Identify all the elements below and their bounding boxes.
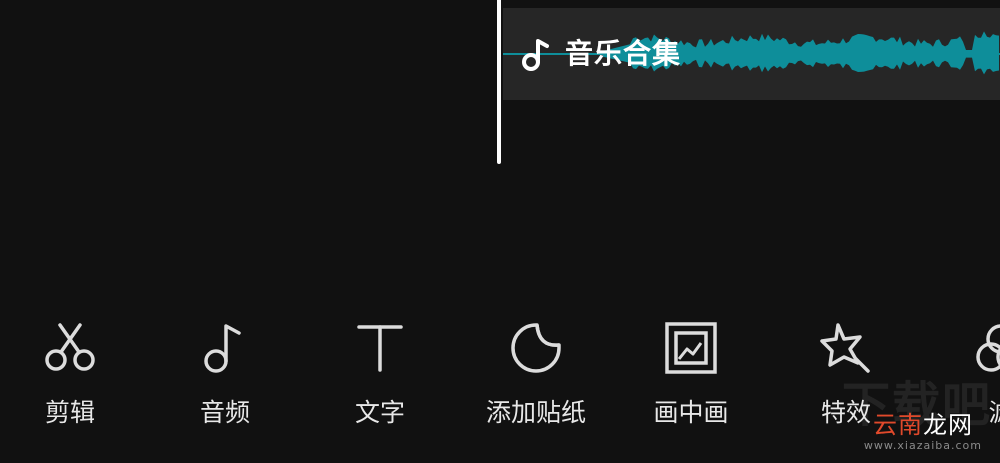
tool-sticker-button[interactable]: 添加贴纸: [461, 318, 611, 430]
music-note-icon: [521, 37, 551, 71]
watermark-url: www.xiazaiba.com: [863, 439, 982, 452]
tool-cut-button[interactable]: 剪辑: [0, 318, 145, 430]
watermark-logo-text: 云南龙网: [864, 411, 982, 439]
video-editor-screen: 音乐合集 剪辑 音频 文字 添加贴纸 画中画 特效 下载吧 云南龙网 www.x…: [0, 0, 1000, 463]
picture-in-picture-icon: [661, 318, 721, 378]
timeline[interactable]: 音乐合集: [0, 0, 1000, 290]
tool-text-button[interactable]: 文字: [305, 318, 455, 430]
audio-track-label: 音乐合集: [521, 34, 681, 74]
audio-track-title: 音乐合集: [565, 37, 682, 70]
music-note-icon: [195, 318, 255, 378]
audio-track-clip[interactable]: 音乐合集: [503, 8, 1000, 100]
tool-audio-button[interactable]: 音频: [150, 318, 300, 430]
tool-pip-label: 画中画: [653, 398, 729, 427]
scissors-icon: [40, 318, 100, 378]
sticker-icon: [506, 318, 566, 378]
text-t-icon: [350, 318, 410, 378]
tool-cut-label: 剪辑: [44, 398, 95, 427]
watermark-text-b: 龙网: [922, 411, 973, 439]
watermark-text-a: 云南: [872, 411, 923, 439]
tool-pip-button[interactable]: 画中画: [616, 318, 766, 430]
tool-text-label: 文字: [354, 398, 405, 427]
tool-sticker-label: 添加贴纸: [485, 398, 586, 427]
tool-audio-label: 音频: [199, 398, 250, 427]
watermark: 下载吧 云南龙网 www.xiazaiba.com: [842, 377, 990, 453]
playhead[interactable]: [497, 0, 501, 164]
